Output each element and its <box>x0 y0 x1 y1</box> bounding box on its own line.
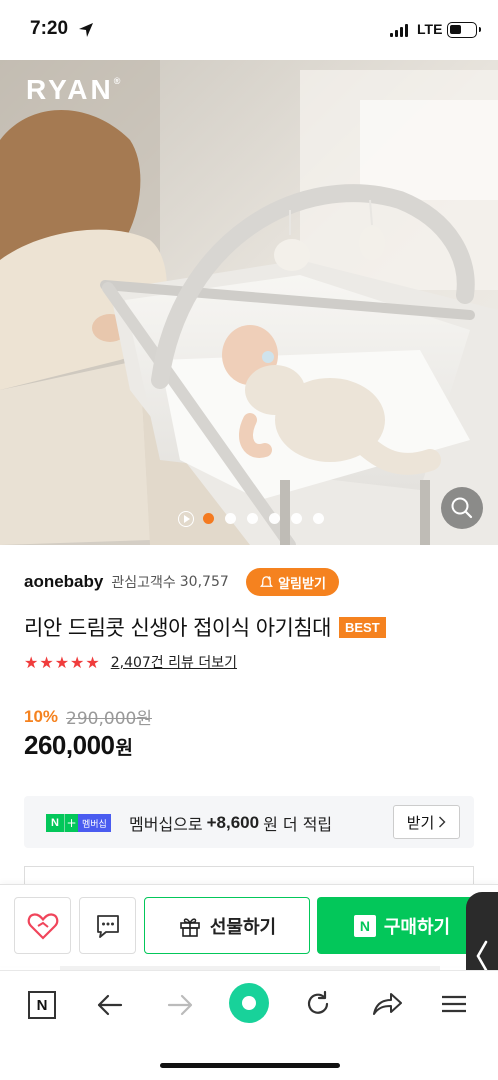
naver-plus-badge: N + 멤버십 <box>46 814 111 832</box>
product-image-carousel[interactable]: RYAN® <box>0 60 498 545</box>
gift-icon <box>180 917 200 937</box>
bell-plus-icon <box>260 575 274 587</box>
notification-label: 알림받기 <box>278 576 326 592</box>
rating-row: ★★★★★ 2,407건 리뷰 더보기 <box>24 652 237 672</box>
receive-button[interactable]: 받기 <box>393 805 460 839</box>
sale-price: 260,000 <box>24 730 115 760</box>
best-badge: BEST <box>339 616 386 638</box>
menu-icon[interactable] <box>440 993 466 1015</box>
carousel-dot[interactable] <box>313 513 324 524</box>
product-title-row: 리안 드림콧 신생아 접이식 아기침대 BEST <box>24 612 386 642</box>
wishlist-button[interactable] <box>14 897 71 954</box>
purchase-action-bar: 선물하기 N 구매하기 <box>0 884 498 966</box>
notification-button[interactable]: 알림받기 <box>246 568 339 596</box>
carousel-indicators <box>203 513 324 524</box>
share-icon[interactable] <box>371 989 403 1019</box>
chevron-left-icon <box>476 940 488 972</box>
carousel-dot[interactable] <box>247 513 258 524</box>
zoom-button[interactable] <box>441 487 483 529</box>
carousel-dot[interactable] <box>225 513 236 524</box>
reload-icon[interactable] <box>303 989 333 1019</box>
membership-text: 멤버십으로 +8,600 원 더 적립 <box>129 813 333 834</box>
original-price: 290,000원 <box>66 709 152 729</box>
chevron-right-icon <box>439 816 446 828</box>
seller-info: aonebaby 관심고객수 30,757 <box>24 568 229 596</box>
discount-row: 10% 290,000원 <box>24 704 152 730</box>
dot-icon <box>242 996 256 1010</box>
product-title: 리안 드림콧 신생아 접이식 아기침대 <box>24 616 332 640</box>
naver-home-button[interactable]: N <box>28 991 56 1019</box>
carousel-dot[interactable] <box>269 513 280 524</box>
green-dot-button[interactable] <box>229 983 269 1023</box>
status-bar: 7:20 LTE <box>0 0 498 60</box>
naver-pay-icon: N <box>353 914 376 937</box>
carousel-dot[interactable] <box>291 513 302 524</box>
home-indicator <box>160 1063 340 1068</box>
status-time: 7:20 <box>30 18 69 39</box>
follower-count: 30,757 <box>179 574 229 590</box>
buy-button[interactable]: N 구매하기 <box>317 897 487 954</box>
heart-icon <box>27 912 58 940</box>
follower-label: 관심고객수 <box>111 575 176 591</box>
network-label: LTE <box>417 21 443 37</box>
product-photo <box>0 60 498 545</box>
signal-icon <box>390 24 408 37</box>
seller-name[interactable]: aonebaby <box>24 572 103 592</box>
product-page: 7:20 LTE RYAN® aonebaby 관심고객수 30,757 알림받… <box>0 0 498 1080</box>
chat-icon <box>96 914 119 938</box>
carousel-dot[interactable] <box>203 513 214 524</box>
review-link[interactable]: 2,407건 리뷰 더보기 <box>111 652 237 672</box>
membership-points: +8,600 <box>206 813 260 832</box>
discount-rate: 10% <box>24 706 59 726</box>
autoplay-icon[interactable] <box>178 511 194 527</box>
price-row: 260,000 원 <box>24 730 133 761</box>
brand-logo: RYAN® <box>26 74 121 105</box>
location-arrow-icon <box>79 23 93 37</box>
battery-icon <box>447 22 481 38</box>
star-rating: ★★★★★ <box>24 652 101 672</box>
currency-unit: 원 <box>115 737 133 759</box>
back-arrow-icon[interactable] <box>95 991 125 1019</box>
forward-arrow-icon[interactable] <box>165 991 195 1019</box>
magnifier-icon <box>451 497 473 519</box>
talk-button[interactable] <box>79 897 136 954</box>
gift-button[interactable]: 선물하기 <box>144 897 310 954</box>
membership-banner: N + 멤버십 멤버십으로 +8,600 원 더 적립 받기 <box>24 796 474 848</box>
